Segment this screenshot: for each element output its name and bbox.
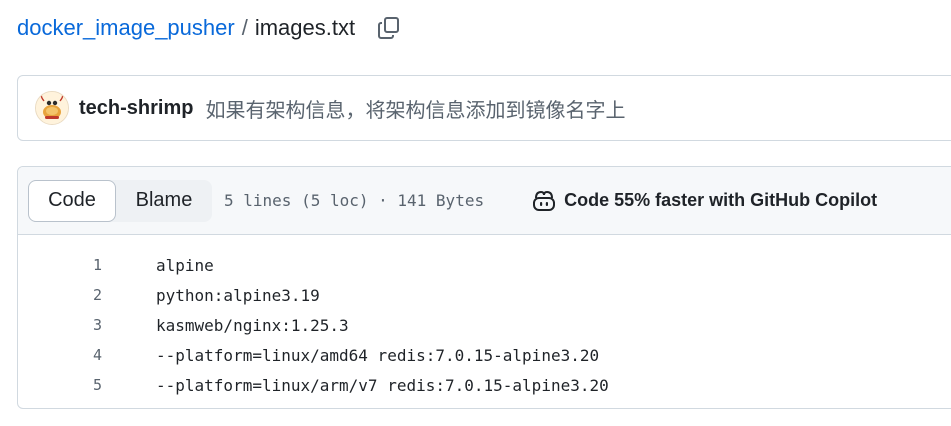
file-header: Code Blame 5 lines (5 loc) · 141 Bytes C… — [18, 167, 951, 235]
code-line: 2 python:alpine3.19 — [18, 280, 951, 310]
code-area: 1 alpine 2 python:alpine3.19 3 kasmweb/n… — [18, 235, 951, 400]
code-line: 3 kasmweb/nginx:1.25.3 — [18, 310, 951, 340]
file-viewer: Code Blame 5 lines (5 loc) · 141 Bytes C… — [17, 166, 951, 409]
code-line: 1 alpine — [18, 250, 951, 280]
line-number[interactable]: 3 — [18, 316, 102, 334]
tab-blame[interactable]: Blame — [116, 180, 212, 222]
file-size-info: 5 lines (5 loc) · 141 Bytes — [224, 191, 485, 210]
code-line: 4 --platform=linux/amd64 redis:7.0.15-al… — [18, 340, 951, 370]
breadcrumb-separator: / — [241, 15, 248, 40]
copilot-promo-link[interactable]: Code 55% faster with GitHub Copilot — [532, 190, 877, 212]
breadcrumb-repo-link[interactable]: docker_image_pusher — [17, 15, 235, 41]
author-avatar[interactable] — [35, 91, 69, 125]
commit-author-link[interactable]: tech-shrimp — [79, 97, 193, 120]
line-content: --platform=linux/arm/v7 redis:7.0.15-alp… — [156, 375, 609, 395]
breadcrumb-file-name: images.txt — [254, 15, 356, 40]
line-number[interactable]: 4 — [18, 346, 102, 364]
line-content: python:alpine3.19 — [156, 285, 320, 305]
line-content: --platform=linux/amd64 redis:7.0.15-alpi… — [156, 345, 600, 365]
line-content: kasmweb/nginx:1.25.3 — [156, 315, 349, 335]
copy-path-button[interactable] — [375, 14, 403, 42]
copilot-icon — [533, 190, 556, 211]
line-content: alpine — [156, 255, 214, 275]
latest-commit-box: tech-shrimp 如果有架构信息，将架构信息添加到镜像名字上 — [17, 75, 951, 141]
copy-icon — [378, 17, 400, 39]
avatar-image — [36, 92, 68, 124]
commit-message-link[interactable]: 如果有架构信息，将架构信息添加到镜像名字上 — [205, 94, 625, 123]
line-number[interactable]: 1 — [18, 256, 102, 274]
line-number[interactable]: 5 — [18, 376, 102, 394]
copilot-promo-text: Code 55% faster with GitHub Copilot — [564, 190, 878, 210]
code-line: 5 --platform=linux/arm/v7 redis:7.0.15-a… — [18, 370, 951, 400]
tab-code[interactable]: Code — [28, 179, 116, 222]
line-number[interactable]: 2 — [18, 286, 102, 304]
view-mode-toggle: Code Blame — [28, 179, 212, 222]
breadcrumb: docker_image_pusher / images.txt — [17, 12, 403, 44]
